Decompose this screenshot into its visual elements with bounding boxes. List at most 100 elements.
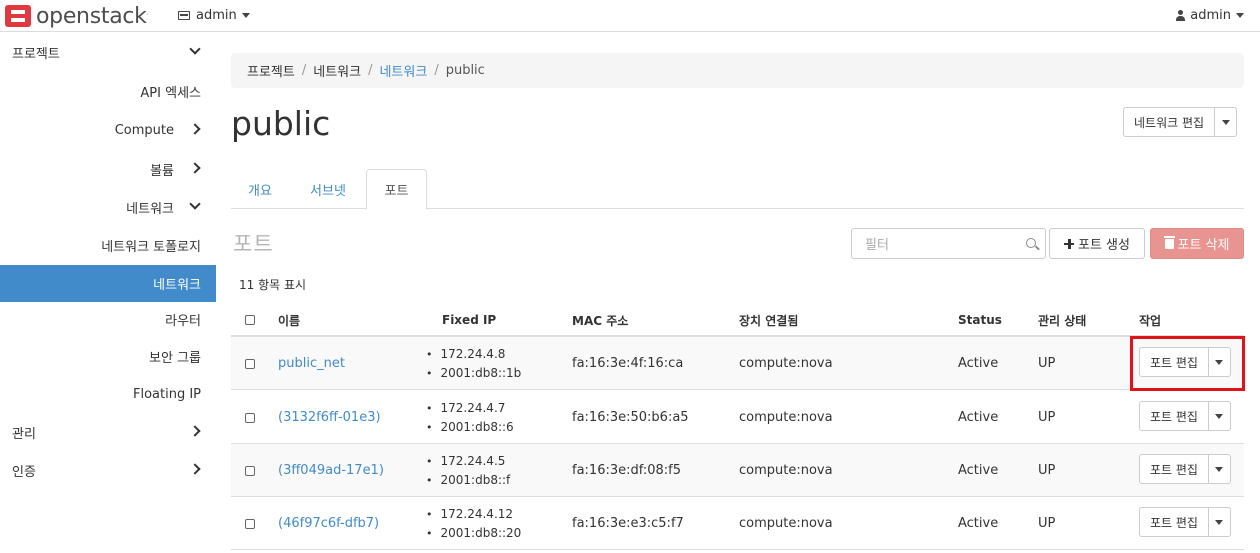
mac-address: fa:16:3e:df:08:f5 xyxy=(572,463,682,478)
sidebar-item-security-groups[interactable]: 보안 그룹 xyxy=(0,338,216,375)
admin-state: UP xyxy=(1038,410,1056,425)
project-selector[interactable]: admin xyxy=(178,8,250,23)
column-admin-state[interactable]: 관리 상태 xyxy=(1038,303,1086,337)
port-status: Active xyxy=(958,356,999,371)
sidebar-item-label: API 엑세스 xyxy=(140,86,201,101)
chevron-down-icon xyxy=(189,198,201,210)
fixed-ip-item: 2001:db8::f xyxy=(426,471,511,490)
table-row: (3ff049ad-17e1) 172.24.4.5 2001:db8::f f… xyxy=(231,444,1244,497)
device-attached: compute:nova xyxy=(739,410,833,425)
sidebar-item-project[interactable]: 프로젝트 xyxy=(0,34,216,71)
filter-placeholder: 필터 xyxy=(865,238,889,253)
edit-network-button[interactable]: 네트워크 편집 xyxy=(1123,107,1216,137)
admin-state: UP xyxy=(1038,463,1056,478)
row-actions-dropdown-toggle[interactable] xyxy=(1208,507,1231,537)
port-name-link[interactable]: (46f97c6f-dfb7) xyxy=(278,497,379,550)
fixed-ip-item: 172.24.4.8 xyxy=(426,345,521,364)
user-name: admin xyxy=(1190,8,1231,23)
sidebar-item-api-access[interactable]: API 엑세스 xyxy=(0,73,216,110)
project-name: admin xyxy=(196,8,237,23)
select-all-checkbox[interactable] xyxy=(245,315,255,325)
row-actions-dropdown-toggle[interactable] xyxy=(1208,454,1231,484)
device-attached: compute:nova xyxy=(739,356,833,371)
row-actions-dropdown-toggle[interactable] xyxy=(1208,401,1231,431)
port-status: Active xyxy=(958,410,999,425)
column-mac[interactable]: MAC 주소 xyxy=(572,303,628,337)
sidebar-item-floating-ip[interactable]: Floating IP xyxy=(0,376,216,413)
sidebar-item-label: 네트워크 xyxy=(153,278,201,293)
row-checkbox[interactable] xyxy=(245,518,255,529)
fixed-ip-item: 2001:db8::1b xyxy=(426,364,522,383)
sidebar-item-networks[interactable]: 네트워크 xyxy=(0,265,216,302)
page-title: public xyxy=(231,104,331,143)
port-name-link[interactable]: (3132f6ff-01e3) xyxy=(278,391,381,444)
port-status: Active xyxy=(958,463,999,478)
sidebar-item-label: 네트워크 토폴로지 xyxy=(101,240,201,255)
tab-ports[interactable]: 포트 xyxy=(366,169,427,210)
admin-state: UP xyxy=(1038,516,1056,531)
chevron-right-icon xyxy=(189,123,201,135)
breadcrumb-separator: / xyxy=(368,63,373,78)
trash-icon xyxy=(1163,235,1175,249)
edit-network-dropdown-toggle[interactable] xyxy=(1215,107,1238,137)
chevron-down-icon xyxy=(189,43,201,55)
column-name[interactable]: 이름 xyxy=(278,303,300,337)
sidebar-item-label: 관리 xyxy=(12,427,36,442)
table-row: (3132f6ff-01e3) 172.24.4.7 2001:db8::6 f… xyxy=(231,391,1244,444)
sidebar-item-volume[interactable]: 볼륨 xyxy=(0,151,216,188)
fixed-ip-item: 2001:db8::6 xyxy=(426,418,514,437)
chevron-right-icon xyxy=(189,463,201,475)
caret-down-icon xyxy=(241,13,250,18)
breadcrumb-networks-link[interactable]: 네트워크 xyxy=(379,61,427,80)
user-menu[interactable]: admin xyxy=(1176,8,1244,23)
tab-subnets[interactable]: 서브넷 xyxy=(295,169,361,209)
breadcrumb-separator: / xyxy=(434,63,439,78)
sidebar-item-label: 네트워크 xyxy=(126,202,174,217)
row-checkbox[interactable] xyxy=(245,465,255,476)
column-fixed-ip[interactable]: Fixed IP xyxy=(442,303,496,337)
search-icon[interactable] xyxy=(1026,238,1036,248)
admin-state: UP xyxy=(1038,356,1056,371)
sidebar-item-network[interactable]: 네트워크 xyxy=(0,189,216,226)
openstack-logo[interactable]: openstack. xyxy=(5,3,149,29)
fixed-ip-item: 172.24.4.5 xyxy=(426,452,510,471)
column-attached[interactable]: 장치 연결됨 xyxy=(739,303,798,337)
chevron-right-icon xyxy=(189,162,201,174)
delete-ports-label: 포트 삭제 xyxy=(1177,238,1230,253)
fixed-ip-list: 172.24.4.7 2001:db8::6 xyxy=(426,399,514,437)
breadcrumb-project: 프로젝트 xyxy=(247,65,295,80)
sidebar-item-label: 볼륨 xyxy=(150,164,174,179)
sidebar: 프로젝트 API 엑세스 Compute 볼륨 네트워크 네트워크 토폴로지 네… xyxy=(0,33,216,553)
sidebar-item-label: Floating IP xyxy=(132,387,201,402)
delete-ports-button[interactable]: 포트 삭제 xyxy=(1150,228,1244,259)
edit-port-button[interactable]: 포트 편집 xyxy=(1139,507,1209,537)
logo-text: openstack. xyxy=(36,3,149,29)
fixed-ip-list: 172.24.4.12 2001:db8::20 xyxy=(426,505,522,543)
tab-overview[interactable]: 개요 xyxy=(231,169,289,209)
mac-address: fa:16:3e:4f:16:ca xyxy=(572,356,684,371)
create-port-button[interactable]: 포트 생성 xyxy=(1049,228,1145,259)
breadcrumb-current: public xyxy=(445,63,485,78)
sidebar-item-compute[interactable]: Compute xyxy=(0,112,216,149)
mac-address: fa:16:3e:50:b6:a5 xyxy=(572,410,689,425)
mac-address: fa:16:3e:e3:c5:f7 xyxy=(572,516,684,531)
caret-down-icon xyxy=(1215,413,1224,419)
edit-port-button[interactable]: 포트 편집 xyxy=(1139,454,1209,484)
sidebar-item-identity[interactable]: 인증 xyxy=(0,452,216,489)
column-status[interactable]: Status xyxy=(958,303,1002,337)
caret-down-icon xyxy=(1236,13,1244,18)
openstack-logo-icon xyxy=(5,5,31,27)
port-name-link[interactable]: (3ff049ad-17e1) xyxy=(278,444,384,497)
column-actions: 작업 xyxy=(1139,313,1162,328)
filter-input[interactable]: 필터 xyxy=(851,228,1046,259)
sidebar-item-routers[interactable]: 라우터 xyxy=(0,301,216,338)
edit-port-button[interactable]: 포트 편집 xyxy=(1139,401,1209,431)
sidebar-item-network-topology[interactable]: 네트워크 토폴로지 xyxy=(0,227,216,264)
port-name-link[interactable]: public_net xyxy=(278,337,345,390)
row-checkbox[interactable] xyxy=(245,358,255,369)
row-checkbox[interactable] xyxy=(245,412,255,423)
highlight-box xyxy=(1130,336,1245,391)
plus-icon xyxy=(1064,238,1074,249)
sidebar-item-admin[interactable]: 관리 xyxy=(0,414,216,451)
table-row: (46f97c6f-dfb7) 172.24.4.12 2001:db8::20… xyxy=(231,497,1244,550)
